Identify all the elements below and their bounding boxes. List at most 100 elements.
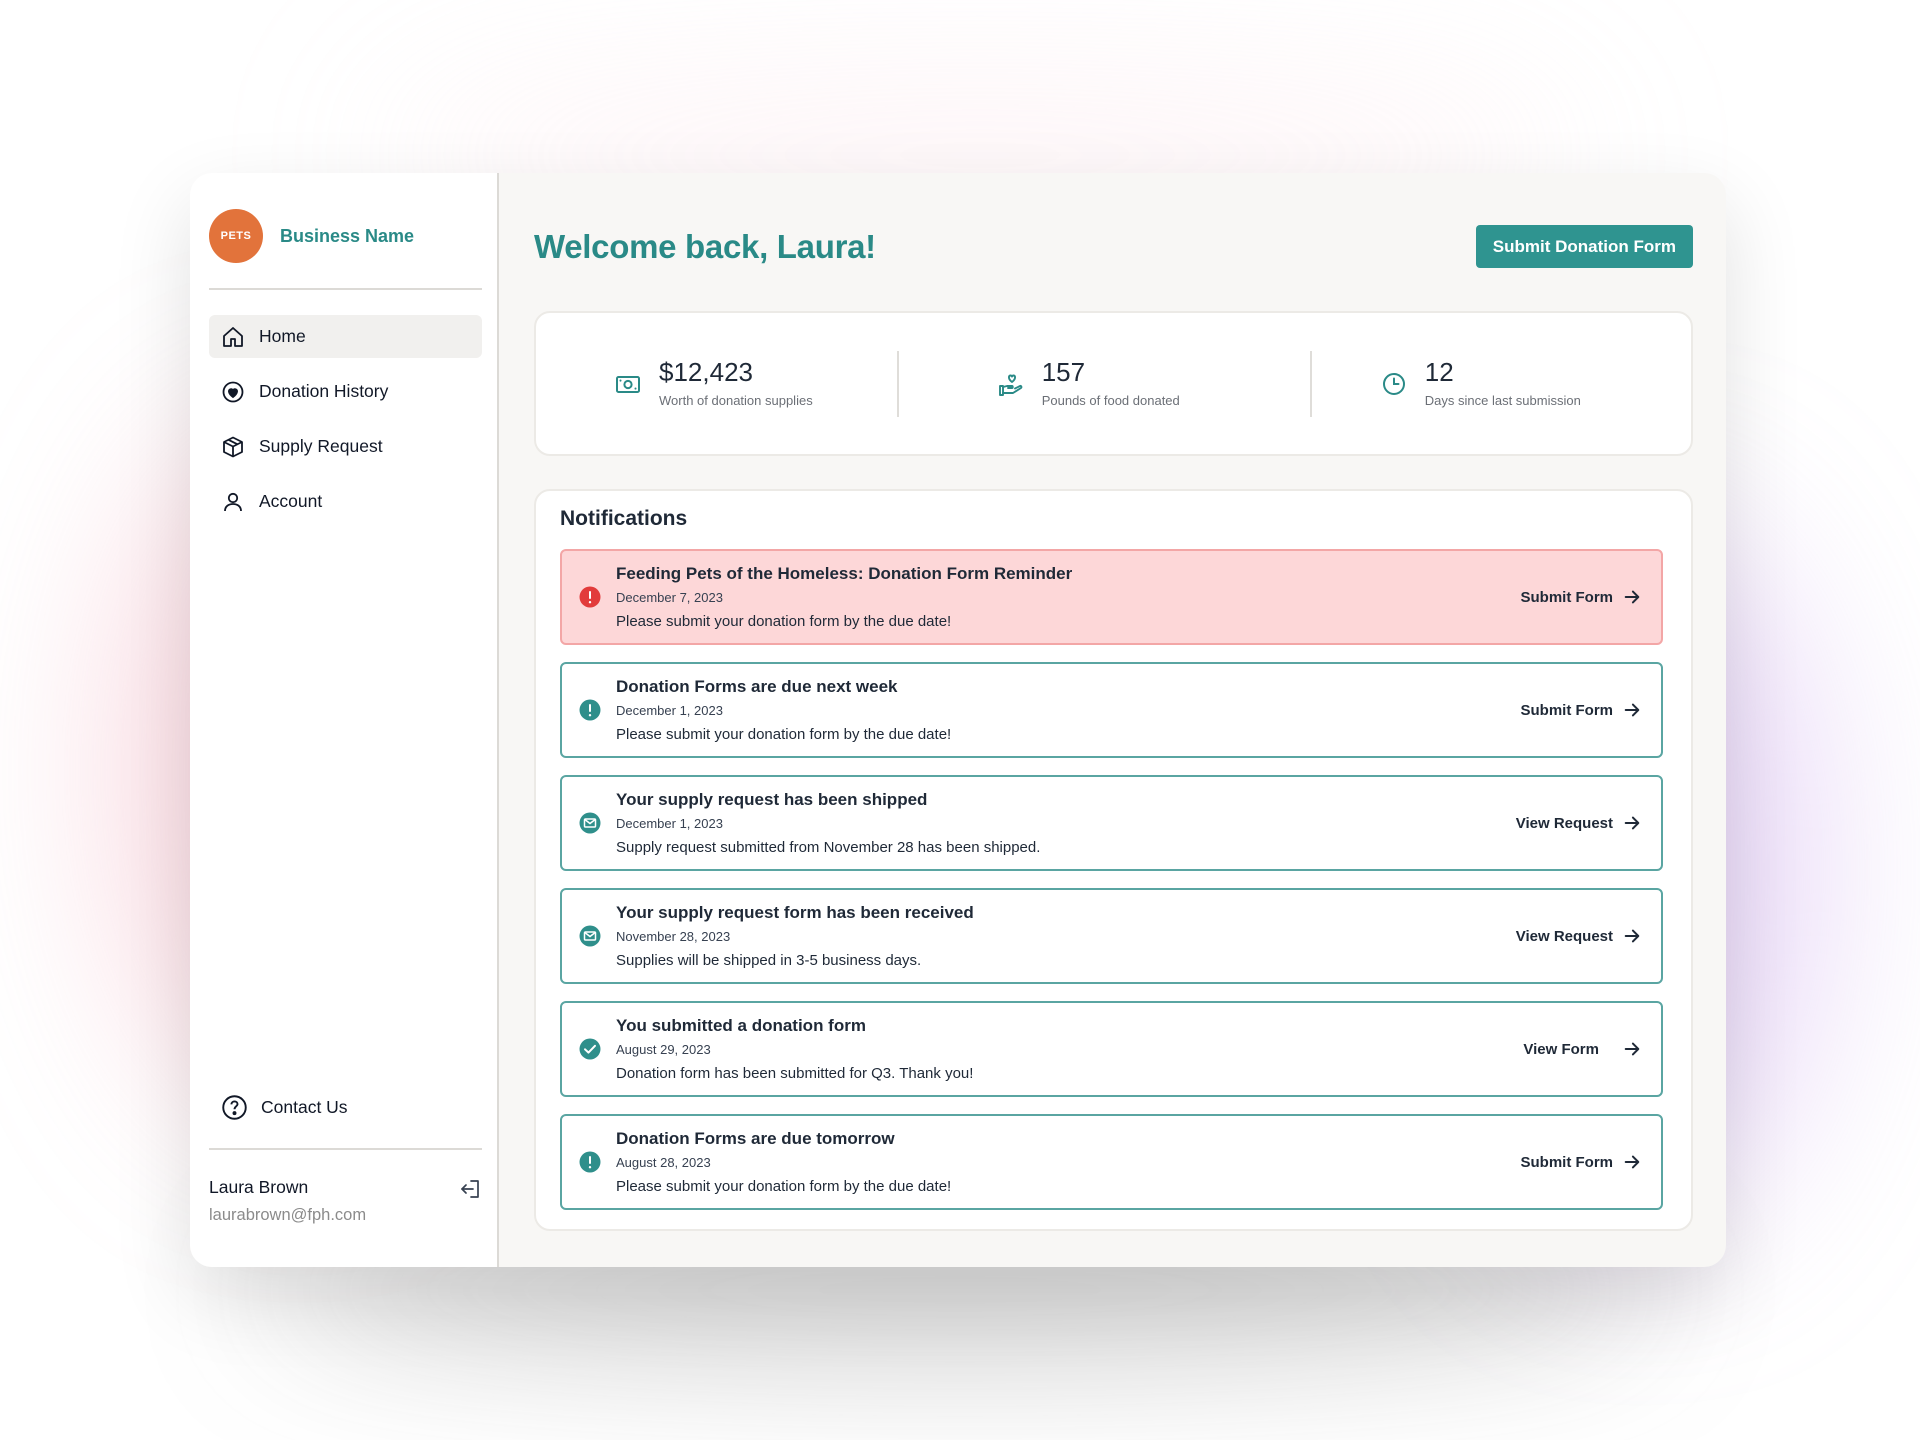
notification-title: You submitted a donation form [616,1016,866,1035]
stat-donation-worth: $12,423 Worth of donation supplies [614,351,813,417]
arrow-right-icon [1624,1155,1640,1169]
notification-title: Feeding Pets of the Homeless: Donation F… [616,564,1073,583]
notification-text: Donation Forms are due next week Decembe… [616,677,951,743]
notification-body: Please submit your donation form by the … [616,613,952,630]
brand[interactable]: PETS Business Name [209,208,481,264]
contact-us-link[interactable]: Contact Us [209,1085,482,1129]
sidebar-item-donation-history[interactable]: Donation History [209,370,482,413]
box-icon [223,436,243,457]
notifications-title: Notifications [560,507,688,530]
stat-days-since: 12 Days since last submission [1380,351,1581,417]
submit-form-link[interactable]: Submit Form [1521,701,1642,719]
heart-circle-icon [222,381,244,402]
stat-label: Days since last submission [1424,393,1581,408]
alert-icon [579,699,601,721]
clock-icon [1382,372,1405,395]
contact-us-label: Contact Us [261,1096,348,1117]
action-label: Submit Form [1520,701,1614,719]
hand-heart-icon [998,374,1023,396]
notification-body: Please submit your donation form by the … [616,1178,952,1195]
stat-separator [1309,350,1312,417]
arrow-right-icon [1624,929,1640,943]
notification-item[interactable]: Feeding Pets of the Homeless: Donation F… [560,549,1663,645]
arrow-right-icon [1624,703,1640,717]
submit-form-link[interactable]: Submit Form [1521,1153,1642,1171]
sidebar-nav: Home Donation History Supply Request Acc… [209,315,482,523]
app-window: PETS Business Name Home Donation History… [190,173,1726,1267]
sidebar: PETS Business Name Home Donation History… [190,173,499,1267]
brand-name: Business Name [280,225,415,246]
notification-body: Supplies will be shipped in 3-5 business… [616,952,922,969]
submit-donation-form-button[interactable]: Submit Donation Form [1475,225,1693,268]
alert-icon [579,586,601,608]
notification-date: December 7, 2023 [616,590,723,605]
notification-date: August 28, 2023 [616,1155,711,1170]
action-label: Submit Form [1520,1153,1614,1171]
action-label: View Request [1515,927,1613,945]
alert-icon [579,1151,601,1173]
user-email: laurabrown@fph.com [209,1206,367,1224]
action-label: Submit Form [1520,588,1614,606]
stat-value: $12,423 [659,357,753,387]
sidebar-item-label: Home [259,326,306,346]
sidebar-item-account[interactable]: Account [209,480,482,523]
sidebar-item-label: Donation History [259,381,389,401]
brand-logo-text: PETS [220,230,252,242]
submit-form-link[interactable]: Submit Form [1521,588,1642,606]
notification-date: August 29, 2023 [616,1042,711,1057]
arrow-right-icon [1624,1042,1640,1056]
main-content: Welcome back, Laura! Submit Donation For… [499,173,1726,1267]
stat-value: 157 [1041,357,1086,387]
notification-item[interactable]: Your supply request form has been receiv… [560,888,1663,984]
sidebar-item-label: Account [259,491,323,511]
notification-title: Donation Forms are due tomorrow [616,1129,895,1148]
home-icon [223,326,243,347]
arrow-right-icon [1624,816,1640,830]
stat-value: 12 [1424,357,1454,387]
money-icon [616,375,640,393]
notification-text: Donation Forms are due tomorrow August 2… [616,1129,951,1195]
view-request-link[interactable]: View Request [1516,814,1641,832]
stat-food-pounds: 157 Pounds of food donated [997,351,1180,417]
action-label: View Request [1515,814,1613,832]
arrow-right-icon [1624,590,1640,604]
sidebar-divider [209,288,482,290]
notification-item[interactable]: Donation Forms are due next week Decembe… [560,662,1663,758]
notification-item[interactable]: Donation Forms are due tomorrow August 2… [560,1114,1663,1210]
stats-card: $12,423 Worth of donation supplies 157 P… [534,311,1693,456]
notification-date: December 1, 2023 [616,816,723,831]
sidebar-item-supply-request[interactable]: Supply Request [209,425,482,468]
notification-body: Donation form has been submitted for Q3.… [616,1065,974,1082]
notification-title: Your supply request has been shipped [616,790,928,809]
stat-separator [896,350,899,417]
user-profile: Laura Brown laurabrown@fph.com [209,1150,482,1267]
stat-label: Pounds of food donated [1041,393,1180,408]
notification-text: Your supply request form has been receiv… [616,903,974,969]
stat-label: Worth of donation supplies [659,393,813,408]
notification-body: Supply request submitted from November 2… [616,839,1041,856]
check-icon [579,1038,601,1060]
sidebar-item-home[interactable]: Home [209,315,482,358]
notification-item[interactable]: You submitted a donation form August 29,… [560,1001,1663,1097]
action-label: View Form [1523,1040,1599,1058]
sidebar-item-label: Supply Request [259,436,383,456]
user-name: Laura Brown [209,1177,309,1197]
mail-icon [579,925,601,947]
page-title: Welcome back, Laura! [534,227,876,265]
notification-text: You submitted a donation form August 29,… [616,1016,973,1082]
notification-title: Your supply request form has been receiv… [616,903,974,922]
sidebar-footer: Contact Us Laura Brown laurabrown@fph.co… [209,1085,482,1267]
logout-icon[interactable] [458,1177,482,1201]
notification-item[interactable]: Your supply request has been shipped Dec… [560,775,1663,871]
notification-text: Your supply request has been shipped Dec… [616,790,1040,856]
help-icon [222,1094,247,1120]
page-header: Welcome back, Laura! Submit Donation For… [534,225,1693,268]
view-form-link[interactable]: View Form [1523,1040,1641,1058]
mail-icon [579,812,601,834]
notification-date: December 1, 2023 [616,703,723,718]
notification-date: November 28, 2023 [616,929,731,944]
user-icon [224,492,242,511]
notification-text: Feeding Pets of the Homeless: Donation F… [616,564,1072,630]
view-request-link[interactable]: View Request [1516,927,1641,945]
notifications-panel: Notifications Feeding Pets of the Homele… [534,489,1693,1231]
